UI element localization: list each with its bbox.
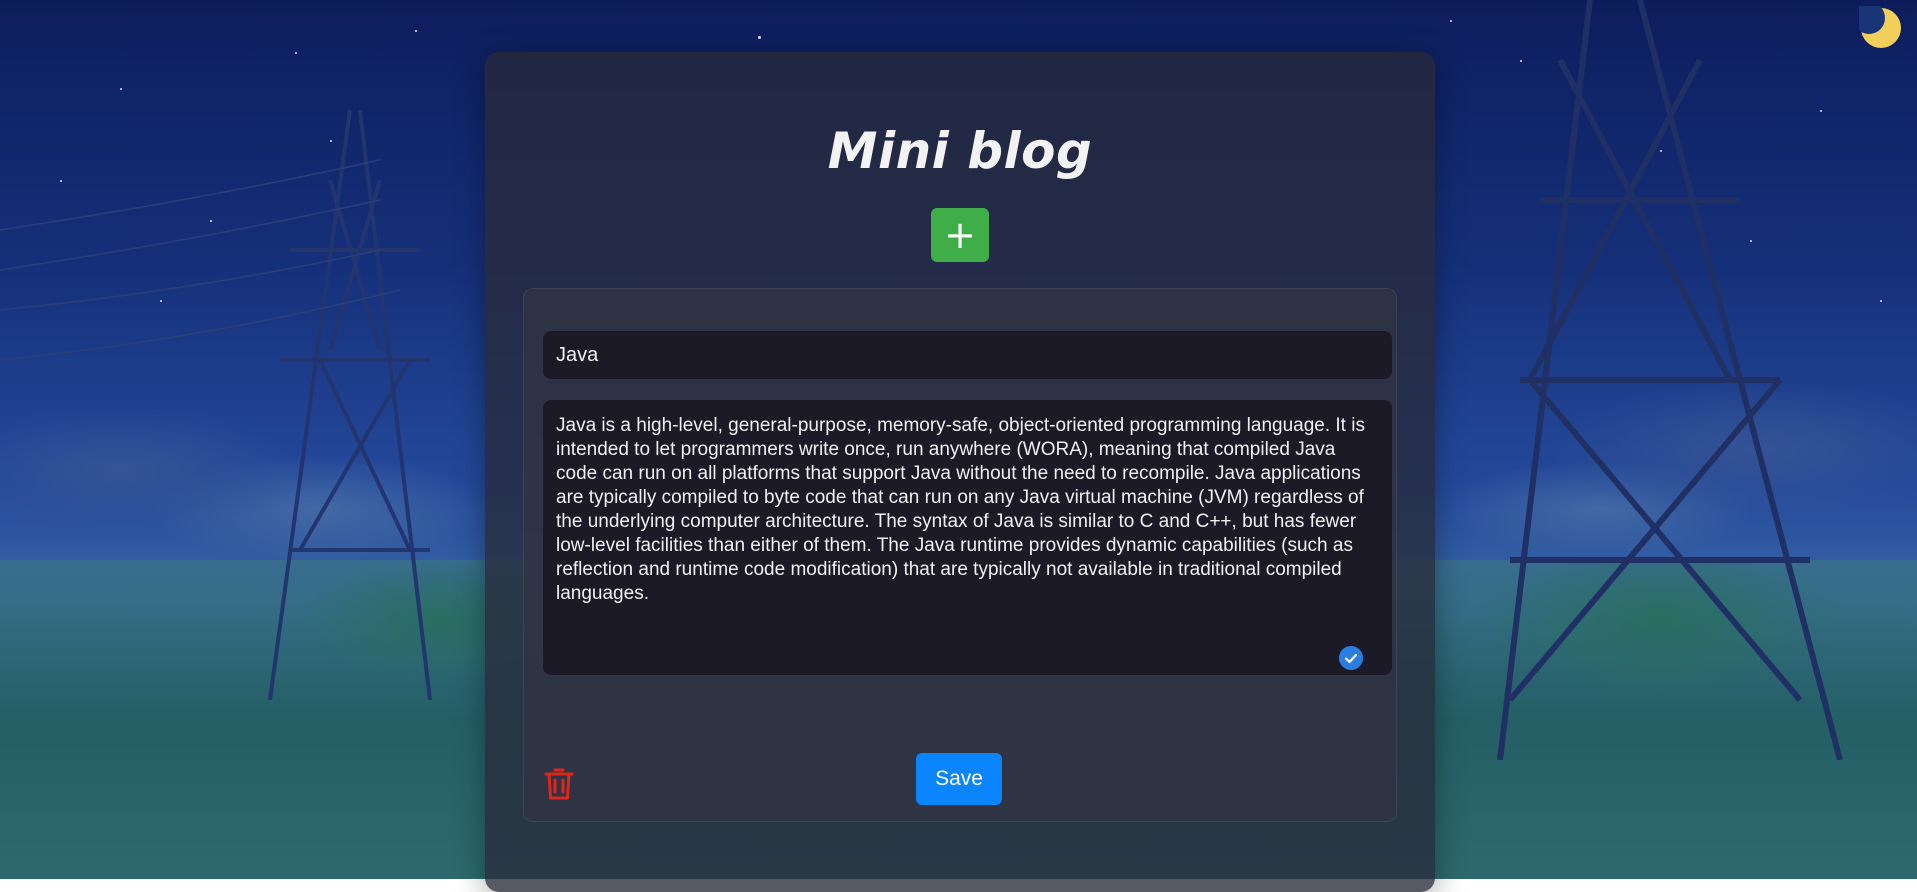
blog-panel: Mini blog + Java is a high-level, genera… xyxy=(485,52,1435,892)
page-title: Mini blog xyxy=(827,122,1093,180)
star xyxy=(120,88,122,90)
star xyxy=(415,30,417,32)
star xyxy=(1880,300,1882,302)
trash-icon[interactable] xyxy=(544,767,574,801)
power-lines xyxy=(0,159,401,361)
save-button[interactable]: Save xyxy=(916,753,1002,805)
check-circle-icon xyxy=(1339,646,1363,670)
star xyxy=(295,52,297,54)
moon-icon[interactable] xyxy=(1859,6,1903,50)
star xyxy=(758,36,761,39)
power-pylon-right xyxy=(1497,0,1843,760)
post-card: Java is a high-level, general-purpose, m… xyxy=(523,288,1397,822)
post-body-textarea[interactable]: Java is a high-level, general-purpose, m… xyxy=(543,400,1392,675)
add-post-button[interactable]: + xyxy=(931,208,989,262)
post-title-input[interactable] xyxy=(543,331,1392,379)
